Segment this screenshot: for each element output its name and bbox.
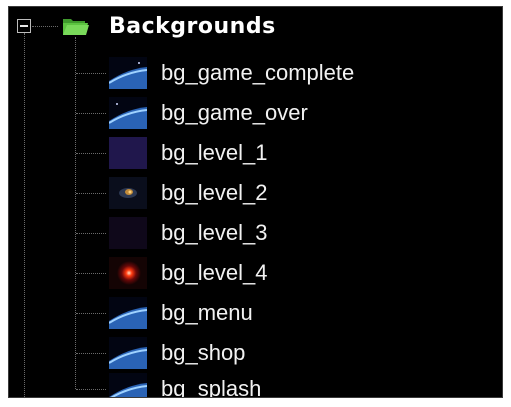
tree-item-label: bg_level_4 xyxy=(161,260,268,285)
tree-item-label: bg_level_3 xyxy=(161,220,268,245)
tree-connector-line xyxy=(76,353,106,354)
folder-open-icon xyxy=(63,19,89,35)
tree-node-label: Backgrounds xyxy=(109,14,276,39)
planet-horizon-thumbnail xyxy=(109,337,147,369)
tree-item-bg-game-complete[interactable]: bg_game_complete xyxy=(9,53,502,93)
planet-horizon-thumbnail xyxy=(109,57,147,89)
tree-connector-line xyxy=(76,193,106,194)
tree-item-label: bg_menu xyxy=(161,300,253,325)
tree-connector-line xyxy=(76,233,106,234)
tree-item-label: bg_level_2 xyxy=(161,180,268,205)
collapse-toggle-icon[interactable] xyxy=(17,19,31,33)
tree-item-label: bg_game_over xyxy=(161,100,308,125)
galaxy-thumbnail xyxy=(109,177,147,209)
tree-item-bg-splash[interactable]: bg_splash xyxy=(9,369,502,398)
tree-node-backgrounds[interactable]: Backgrounds xyxy=(9,7,502,47)
tree-item-bg-level-2[interactable]: bg_level_2 xyxy=(9,173,502,213)
tree-item-bg-menu[interactable]: bg_menu xyxy=(9,293,502,333)
purple-space-thumbnail xyxy=(109,137,147,169)
tree-connector-line xyxy=(76,389,106,390)
tree-connector-line xyxy=(76,153,106,154)
dark-space-thumbnail xyxy=(109,217,147,249)
tree-connector-line xyxy=(76,73,106,74)
tree-connector-line xyxy=(76,113,106,114)
tree-item-bg-level-1[interactable]: bg_level_1 xyxy=(9,133,502,173)
tree-item-bg-shop[interactable]: bg_shop xyxy=(9,333,502,373)
planet-horizon-thumbnail xyxy=(109,97,147,129)
planet-horizon-thumbnail xyxy=(109,297,147,329)
tree-connector-line xyxy=(76,273,106,274)
tree-item-label: bg_shop xyxy=(161,340,246,365)
tree-connector-line xyxy=(76,313,106,314)
tree-item-label: bg_game_complete xyxy=(161,60,355,85)
resource-tree-panel: Backgrounds bg_game_complete bg_game_ove… xyxy=(8,6,503,398)
tree-item-bg-level-4[interactable]: bg_level_4 xyxy=(9,253,502,293)
red-star-thumbnail xyxy=(109,257,147,289)
tree-item-bg-game-over[interactable]: bg_game_over xyxy=(9,93,502,133)
tree-item-label: bg_splash xyxy=(161,376,262,398)
tree-item-bg-level-3[interactable]: bg_level_3 xyxy=(9,213,502,253)
planet-horizon-thumbnail xyxy=(109,373,147,397)
tree-item-label: bg_level_1 xyxy=(161,140,268,165)
